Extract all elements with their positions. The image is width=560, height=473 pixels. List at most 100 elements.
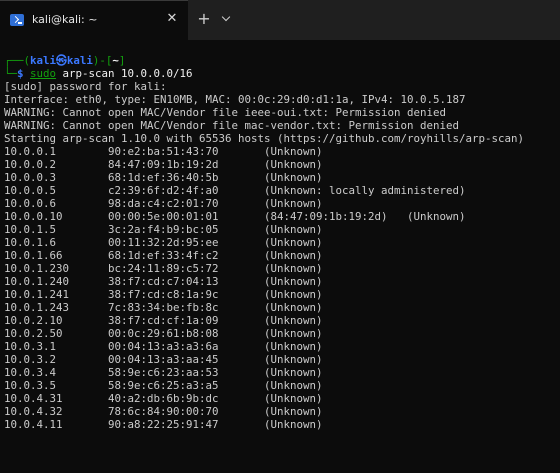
prompt-user: kali	[30, 54, 57, 67]
output-line: Interface: eth0, type: EN10MB, MAC: 00:0…	[4, 93, 466, 106]
host-row: 10.0.0.1 90:e2:ba:51:43:70 (Unknown)	[4, 145, 524, 158]
host-row: 10.0.1.66 68:1d:ef:33:4f:c2 (Unknown)	[4, 249, 524, 262]
host-ip: 10.0.1.241	[4, 288, 109, 301]
host-vendor: (Unknown)	[264, 353, 323, 366]
prompt-mid: )-[	[92, 54, 113, 67]
host-vendor: (Unknown)	[264, 288, 323, 301]
host-ip: 10.0.2.10	[4, 314, 109, 327]
host-ip: 10.0.3.4	[4, 366, 109, 379]
host-vendor: (Unknown)	[264, 340, 323, 353]
host-vendor: (Unknown)	[264, 249, 323, 262]
host-ip: 10.0.1.243	[4, 301, 109, 314]
host-ip: 10.0.0.5	[4, 184, 109, 197]
host-ip: 10.0.4.11	[4, 418, 109, 431]
host-vendor: (Unknown)	[264, 145, 323, 158]
host-mac: 00:00:5e:00:01:01	[108, 210, 265, 223]
host-vendor: (Unknown)	[264, 366, 323, 379]
host-ip: 10.0.0.1	[4, 145, 109, 158]
terminal-tab[interactable]: kali@kali: ~ ✕	[0, 0, 188, 40]
host-mac: 68:1d:ef:36:40:5b	[108, 171, 265, 184]
terminal-icon	[10, 14, 24, 26]
command-text: arp-scan 10.0.0.0/16	[56, 67, 193, 80]
command-sudo: sudo	[30, 67, 57, 80]
host-row: 10.0.4.32 78:6c:84:90:00:70 (Unknown)	[4, 405, 524, 418]
plus-icon[interactable]: +	[196, 10, 212, 28]
host-mac: 7c:83:34:be:fb:8c	[108, 301, 265, 314]
host-row: 10.0.2.50 00:0c:29:61:b8:08 (Unknown)	[4, 327, 524, 340]
host-mac: 78:6c:84:90:00:70	[108, 405, 265, 418]
host-mac: 58:9e:c6:23:aa:53	[108, 366, 265, 379]
host-row: 10.0.0.6 98:da:c4:c2:01:70 (Unknown)	[4, 197, 524, 210]
host-ip: 10.0.3.2	[4, 353, 109, 366]
host-mac: 00:11:32:2d:95:ee	[108, 236, 265, 249]
close-icon[interactable]: ✕	[164, 11, 180, 27]
host-ip: 10.0.0.10	[4, 210, 109, 223]
host-row: 10.0.3.4 58:9e:c6:23:aa:53 (Unknown)	[4, 366, 524, 379]
host-mac: 68:1d:ef:33:4f:c2	[108, 249, 265, 262]
host-row: 10.0.4.11 90:a8:22:25:91:47 (Unknown)	[4, 418, 524, 431]
host-row: 10.0.0.5 c2:39:6f:d2:4f:a0 (Unknown: loc…	[4, 184, 524, 197]
chevron-down-icon[interactable]	[220, 11, 234, 27]
host-vendor: (Unknown)	[264, 223, 323, 236]
host-ip: 10.0.2.50	[4, 327, 109, 340]
host-vendor: (Unknown)	[264, 418, 323, 431]
host-mac: 3c:2a:f4:b9:bc:05	[108, 223, 265, 236]
host-row: 10.0.1.5 3c:2a:f4:b9:bc:05 (Unknown)	[4, 223, 524, 236]
prompt-host: kali	[66, 54, 93, 67]
host-ip: 10.0.1.6	[4, 236, 109, 249]
host-row: 10.0.3.2 00:04:13:a3:aa:45 (Unknown)	[4, 353, 524, 366]
host-row: 10.0.1.241 38:f7:cd:c8:1a:9c (Unknown)	[4, 288, 524, 301]
host-ip: 10.0.4.32	[4, 405, 109, 418]
host-ip: 10.0.0.2	[4, 158, 109, 171]
host-mac: 38:f7:cd:cf:1a:09	[108, 314, 265, 327]
title-bar: kali@kali: ~ ✕ +	[0, 0, 560, 40]
prompt-box-end: └─	[4, 67, 18, 80]
host-mac: c2:39:6f:d2:4f:a0	[108, 184, 265, 197]
host-mac: bc:24:11:89:c5:72	[108, 262, 265, 275]
host-ip: 10.0.1.240	[4, 275, 109, 288]
host-ip: 10.0.0.6	[4, 197, 109, 210]
host-vendor: (Unknown)	[264, 197, 323, 210]
host-vendor: (Unknown)	[264, 405, 323, 418]
host-mac: 00:04:13:a3:a3:6a	[108, 340, 265, 353]
host-vendor: (Unknown)	[264, 379, 323, 392]
terminal-output[interactable]: ┌──(kali㉿kali)-[~] └─$ sudo arp-scan 10.0…	[0, 40, 560, 473]
host-row: 10.0.3.1 00:04:13:a3:a3:6a (Unknown)	[4, 340, 524, 353]
prompt-end: ]	[118, 54, 126, 67]
host-ip: 10.0.3.5	[4, 379, 109, 392]
prompt-box-start: ┌──(	[4, 54, 31, 67]
host-row: 10.0.0.10 00:00:5e:00:01:01 (84:47:09:1b…	[4, 210, 524, 223]
output-line: [sudo] password for kali:	[4, 80, 167, 93]
host-row: 10.0.2.10 38:f7:cd:cf:1a:09 (Unknown)	[4, 314, 524, 327]
host-vendor: (Unknown)	[264, 236, 323, 249]
host-mac: 38:f7:cd:c7:04:13	[108, 275, 265, 288]
host-vendor: (Unknown)	[264, 262, 323, 275]
host-mac: 00:04:13:a3:aa:45	[108, 353, 265, 366]
terminal-window: kali@kali: ~ ✕ + ┌──(kali㉿kali)-[~] └─$ s…	[0, 0, 560, 473]
host-mac: 38:f7:cd:c8:1a:9c	[108, 288, 265, 301]
prompt-line-2: └─$ sudo arp-scan 10.0.0.0/16	[4, 67, 524, 80]
host-mac: 90:a8:22:25:91:47	[108, 418, 265, 431]
host-ip: 10.0.4.31	[4, 392, 109, 405]
prompt-line-1: ┌──(kali㉿kali)-[~]	[4, 54, 524, 67]
host-row: 10.0.1.240 38:f7:cd:c7:04:13 (Unknown)	[4, 275, 524, 288]
tab-title: kali@kali: ~	[32, 13, 98, 26]
host-vendor: (Unknown)	[264, 301, 323, 314]
host-ip: 10.0.1.5	[4, 223, 109, 236]
prompt-dollar: $	[17, 67, 31, 80]
host-mac: 40:a2:db:6b:9b:dc	[108, 392, 265, 405]
terminal-screen: ┌──(kali㉿kali)-[~] └─$ sudo arp-scan 10.0…	[4, 54, 524, 431]
host-vendor: (Unknown: locally administered)	[264, 184, 466, 197]
host-row: 10.0.3.5 58:9e:c6:25:a3:a5 (Unknown)	[4, 379, 524, 392]
host-ip: 10.0.1.66	[4, 249, 109, 262]
host-ip: 10.0.3.1	[4, 340, 109, 353]
host-row: 10.0.1.243 7c:83:34:be:fb:8c (Unknown)	[4, 301, 524, 314]
host-ip: 10.0.1.230	[4, 262, 109, 275]
host-mac: 00:0c:29:61:b8:08	[108, 327, 265, 340]
host-row: 10.0.1.230 bc:24:11:89:c5:72 (Unknown)	[4, 262, 524, 275]
output-line: WARNING: Cannot open MAC/Vendor file mac…	[4, 119, 460, 132]
host-vendor: (Unknown)	[264, 327, 323, 340]
host-ip: 10.0.0.3	[4, 171, 109, 184]
host-mac: 84:47:09:1b:19:2d	[108, 158, 265, 171]
host-vendor: (Unknown)	[264, 392, 323, 405]
